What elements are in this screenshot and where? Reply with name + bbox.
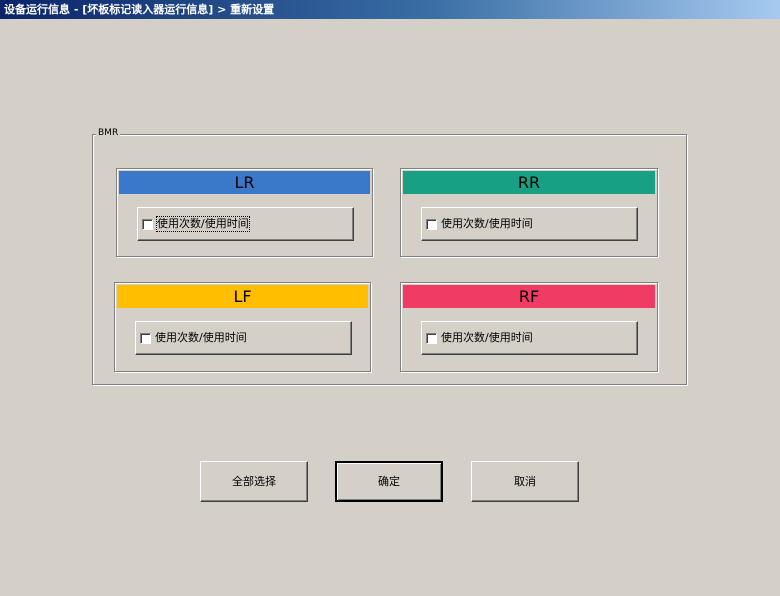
- rr-usage-checkbox-label[interactable]: 使用次数/使用时间: [441, 217, 533, 231]
- panel-rr: RR 使用次数/使用时间: [400, 168, 658, 257]
- panel-rf: RF 使用次数/使用时间: [400, 282, 658, 372]
- panel-rr-header: RR: [403, 171, 655, 194]
- panel-lf: LF 使用次数/使用时间: [114, 282, 371, 372]
- ok-button[interactable]: 确定: [335, 461, 443, 502]
- select-all-button[interactable]: 全部选择: [200, 461, 308, 502]
- panel-rf-header: RF: [403, 285, 655, 308]
- cancel-button[interactable]: 取消: [471, 461, 579, 502]
- lr-usage-checkbox-label[interactable]: 使用次数/使用时间: [157, 217, 249, 231]
- panel-lr-header: LR: [119, 171, 370, 194]
- lf-usage-checkbox[interactable]: [140, 333, 151, 344]
- panel-lf-header: LF: [117, 285, 368, 308]
- rr-usage-checkbox-button[interactable]: 使用次数/使用时间: [421, 207, 638, 241]
- lf-usage-checkbox-label[interactable]: 使用次数/使用时间: [155, 331, 247, 345]
- bmr-group-label: BMR: [96, 128, 120, 139]
- title-bar: 设备运行信息 - [坏板标记读入器运行信息] > 重新设置: [0, 0, 780, 19]
- rf-usage-checkbox-button[interactable]: 使用次数/使用时间: [421, 321, 638, 355]
- lf-usage-checkbox-button[interactable]: 使用次数/使用时间: [135, 321, 352, 355]
- rf-usage-checkbox-label[interactable]: 使用次数/使用时间: [441, 331, 533, 345]
- panel-lr: LR 使用次数/使用时间: [116, 168, 373, 257]
- rf-usage-checkbox[interactable]: [426, 333, 437, 344]
- rr-usage-checkbox[interactable]: [426, 219, 437, 230]
- lr-usage-checkbox-button[interactable]: 使用次数/使用时间: [137, 207, 354, 241]
- lr-usage-checkbox[interactable]: [142, 219, 153, 230]
